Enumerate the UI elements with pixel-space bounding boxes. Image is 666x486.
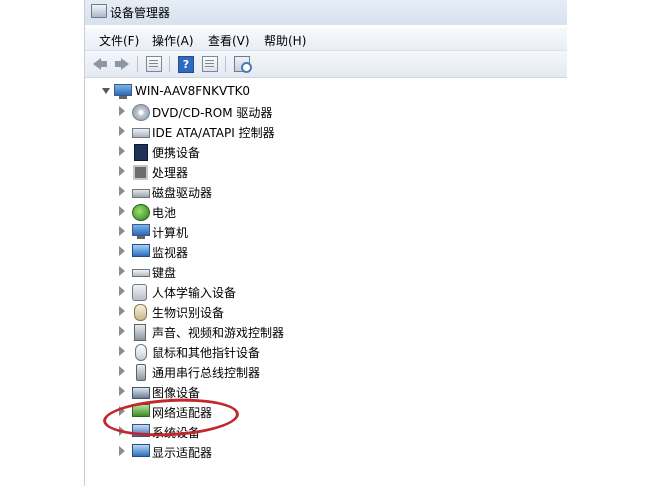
tree-item-label: 人体学输入设备 [152,286,237,300]
view-button[interactable] [201,55,219,73]
back-arrow-icon [93,58,107,70]
tree-item-label: 便携设备 [152,146,201,160]
computer-icon [132,224,150,239]
tree-item-label: 电池 [152,206,177,220]
fingerprint-icon [134,304,147,321]
menu-action[interactable]: 操作(A) [152,32,194,49]
portable-device-icon [134,144,148,161]
expand-arrow-icon[interactable] [119,226,125,236]
view-icon [202,56,218,72]
tree-item-label: 磁盘驱动器 [152,186,213,200]
properties-button[interactable] [145,55,163,73]
forward-arrow-icon [115,58,129,70]
camera-icon [132,387,150,399]
expand-arrow-icon[interactable] [119,186,125,196]
disk-drive-icon [132,189,150,198]
window-title: 设备管理器 [110,6,171,20]
expand-arrow-icon[interactable] [119,366,125,376]
tree-item-label: 处理器 [152,166,189,180]
keyboard-icon [132,269,150,277]
expand-arrow-icon[interactable] [119,346,125,356]
toolbar-separator [137,56,138,72]
processor-icon [133,165,148,180]
scan-hardware-button[interactable] [233,55,252,73]
tree-item-label: DVD/CD-ROM 驱动器 [152,106,273,120]
help-icon: ? [178,56,194,73]
tree-item-label: 生物识别设备 [152,306,225,320]
expand-arrow-icon[interactable] [119,286,125,296]
dvd-drive-icon [132,104,150,121]
expand-arrow-icon[interactable] [119,166,125,176]
properties-icon [146,56,162,72]
toolbar: ? [85,51,567,78]
battery-icon [132,204,150,221]
menu-bar: 文件(F) 操作(A) 查看(V) 帮助(H) [85,28,567,51]
menu-file[interactable]: 文件(F) [99,32,139,49]
tree-item-label: 鼠标和其他指针设备 [152,346,261,360]
computer-icon [114,84,132,99]
expand-arrow-icon[interactable] [119,386,125,396]
usb-icon [136,364,146,381]
expand-arrow-icon[interactable] [119,106,125,116]
scan-hardware-icon [234,56,252,73]
title-bar: 设备管理器 [85,0,567,25]
help-button[interactable]: ? [177,55,195,73]
expand-arrow-icon[interactable] [119,246,125,256]
display-adapter-icon [132,444,150,457]
expand-arrow-icon[interactable] [119,266,125,276]
mouse-icon [135,344,147,361]
menu-help[interactable]: 帮助(H) [264,32,306,49]
monitor-icon [132,244,150,257]
tree-item-label: 声音、视频和游戏控制器 [152,326,285,340]
expand-arrow-icon[interactable] [119,206,125,216]
hid-icon [132,284,147,301]
expand-arrow-icon[interactable] [119,306,125,316]
tree-item-label: 通用串行总线控制器 [152,366,261,380]
menu-view[interactable]: 查看(V) [208,32,250,49]
forward-button[interactable] [113,55,131,73]
expand-arrow-icon[interactable] [119,446,125,456]
speaker-icon [134,324,146,341]
toolbar-separator [169,56,170,72]
computer-name: WIN-AAV8FNKVTK0 [135,84,251,98]
expand-arrow-icon[interactable] [119,326,125,336]
tree-item-label: 计算机 [152,226,189,240]
collapse-arrow-icon[interactable] [102,88,110,94]
tree-item-label: 键盘 [152,266,177,280]
toolbar-separator [225,56,226,72]
tree-item-label: IDE ATA/ATAPI 控制器 [152,126,275,140]
tree-item-label: 显示适配器 [152,446,213,460]
back-button[interactable] [91,55,109,73]
expand-arrow-icon[interactable] [119,146,125,156]
ide-controller-icon [132,128,150,138]
expand-arrow-icon[interactable] [119,126,125,136]
tree-item-label: 监视器 [152,246,189,260]
device-manager-icon [91,4,107,18]
